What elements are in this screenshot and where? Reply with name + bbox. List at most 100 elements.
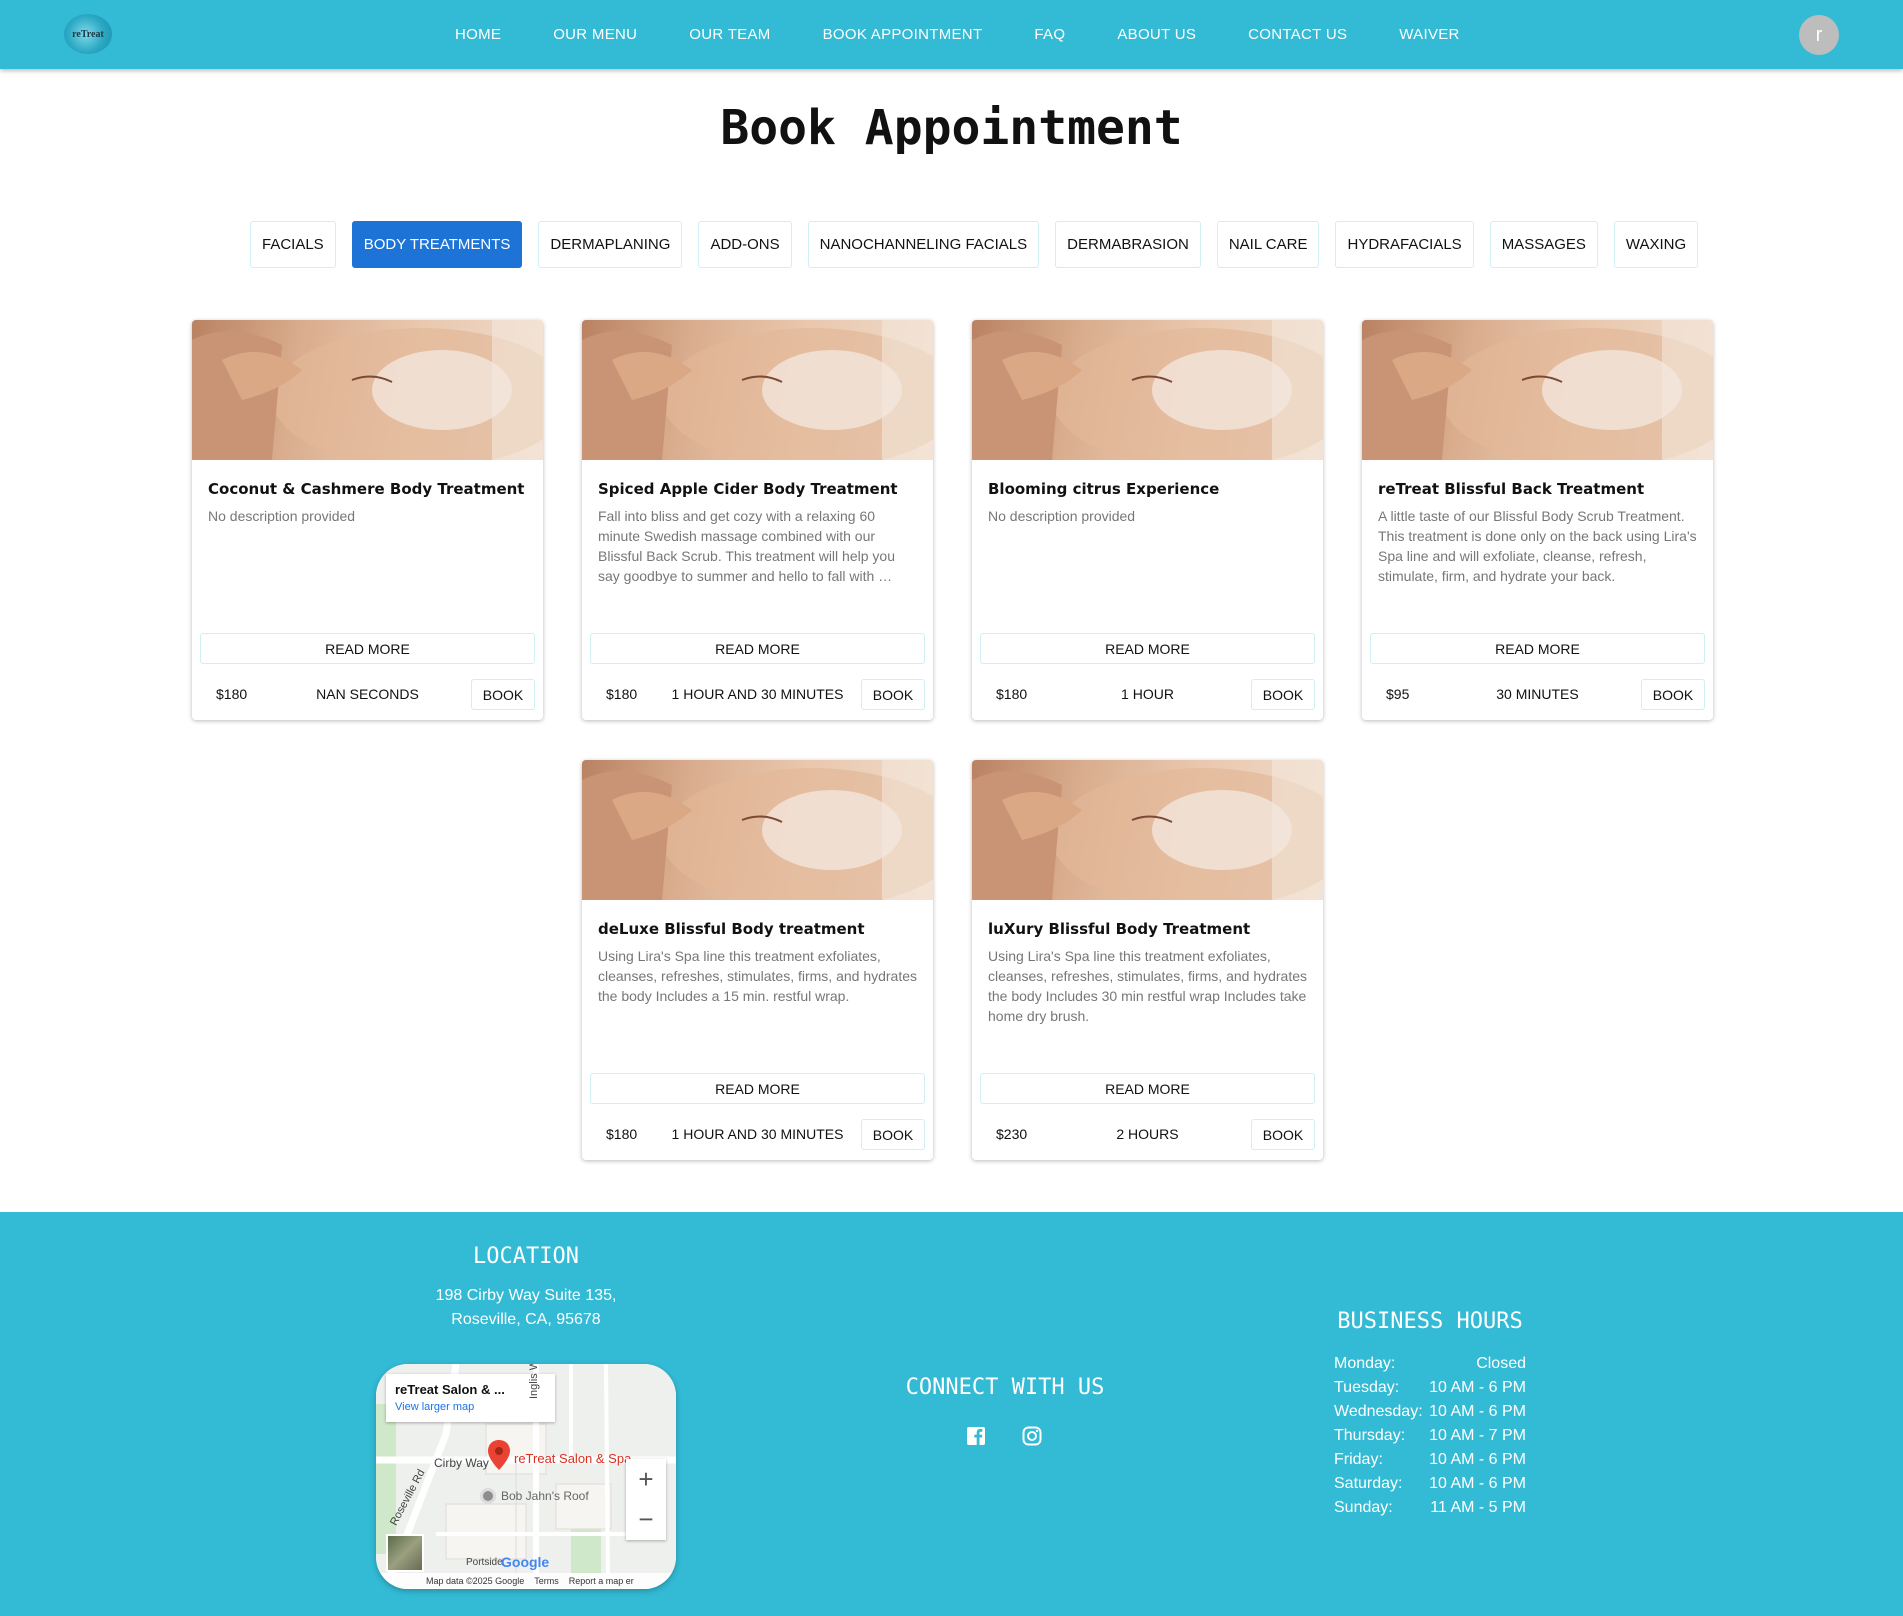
tab-dermabrasion[interactable]: Dermabrasion xyxy=(1055,221,1201,268)
book-button[interactable]: Book xyxy=(1641,679,1705,710)
read-more-button[interactable]: Read More xyxy=(980,1073,1315,1104)
service-price: $180 xyxy=(606,686,638,702)
address-line-1: 198 Cirby Way Suite 135, xyxy=(435,1287,617,1304)
tab-nanochanneling-facials[interactable]: Nanochanneling Facials xyxy=(807,221,1040,268)
nav-link-about-us[interactable]: About Us xyxy=(1117,26,1196,43)
nav-links: Home Our Menu Our Team Book Appointment … xyxy=(455,0,1512,69)
service-card: Spiced Apple Cider Body Treatment Fall i… xyxy=(582,320,933,720)
hours-time: 10 AM - 7 PM xyxy=(1429,1427,1526,1444)
map-street-inglis: Inglis Way xyxy=(528,1364,540,1399)
tab-waxing[interactable]: Waxing xyxy=(1613,221,1699,268)
footer: LOCATION 198 Cirby Way Suite 135, Rosevi… xyxy=(0,1212,1903,1616)
logo-text: reTreat xyxy=(72,28,104,40)
zoom-in-button[interactable]: + xyxy=(626,1459,666,1499)
hours-day: Tuesday: xyxy=(1334,1379,1400,1396)
brand-logo[interactable]: reTreat xyxy=(64,14,112,54)
tab-body-treatments[interactable]: Body Treatments xyxy=(351,221,523,268)
facebook-icon[interactable] xyxy=(964,1424,988,1448)
service-description: No description provided xyxy=(208,508,356,524)
map-zoom-controls: + − xyxy=(626,1459,666,1540)
location-map[interactable]: reTreat Salon & ... View larger map Ingl… xyxy=(376,1364,676,1589)
social-links xyxy=(964,1424,1076,1448)
service-card: reTreat Blissful Back Treatment A little… xyxy=(1362,320,1713,720)
hours-day: Sunday: xyxy=(1334,1499,1393,1516)
service-description: Using Lira's Spa line this treatment exf… xyxy=(598,948,918,1004)
service-card: luXury Blissful Body Treatment Using Lir… xyxy=(972,760,1323,1160)
zoom-out-button[interactable]: − xyxy=(626,1499,666,1539)
book-button[interactable]: Book xyxy=(1251,1119,1315,1150)
hours-row: Wednesday: 10 AM - 6 PM xyxy=(1334,1400,1526,1424)
read-more-button[interactable]: Read More xyxy=(590,1073,925,1104)
top-navbar: reTreat Home Our Menu Our Team Book Appo… xyxy=(0,0,1903,69)
hours-day: Wednesday: xyxy=(1334,1403,1423,1420)
service-price: $180 xyxy=(216,686,248,702)
tab-massages[interactable]: Massages xyxy=(1489,221,1598,268)
read-more-button[interactable]: Read More xyxy=(1370,633,1705,664)
google-logo: Google xyxy=(501,1554,550,1570)
nav-link-our-team[interactable]: Our Team xyxy=(689,26,770,43)
book-button[interactable]: Book xyxy=(1251,679,1315,710)
service-description: No description provided xyxy=(988,508,1136,524)
service-title: Coconut & Cashmere Body Treatment xyxy=(208,480,525,498)
tab-facials[interactable]: Facials xyxy=(250,221,336,268)
book-button[interactable]: Book xyxy=(861,679,925,710)
service-image xyxy=(582,760,933,900)
tab-nail-care[interactable]: Nail Care xyxy=(1216,221,1320,268)
service-image xyxy=(972,760,1323,900)
hours-day: Friday: xyxy=(1334,1451,1383,1468)
read-more-button[interactable]: Read More xyxy=(590,633,925,664)
hours-row: Friday: 10 AM - 6 PM xyxy=(1334,1448,1526,1472)
map-pin-label: reTreat Salon & Spa xyxy=(514,1451,632,1466)
map-satellite-thumbnail[interactable] xyxy=(386,1534,424,1572)
hours-time: 10 AM - 6 PM xyxy=(1429,1403,1526,1420)
map-pin-icon[interactable] xyxy=(488,1440,510,1470)
service-price: $180 xyxy=(996,686,1028,702)
nav-link-faq[interactable]: FAQ xyxy=(1034,26,1065,43)
tab-add-ons[interactable]: Add-ons xyxy=(698,221,792,268)
nav-link-contact-us[interactable]: Contact Us xyxy=(1248,26,1347,43)
service-title: Spiced Apple Cider Body Treatment xyxy=(598,480,898,498)
service-price: $230 xyxy=(996,1126,1028,1142)
hours-time: 10 AM - 6 PM xyxy=(1429,1451,1526,1468)
hours-time: 10 AM - 6 PM xyxy=(1429,1475,1526,1492)
view-larger-map-link[interactable]: View larger map xyxy=(395,1401,555,1413)
connect-heading: CONNECT WITH US xyxy=(905,1375,1105,1400)
service-duration: 2 Hours xyxy=(1116,1126,1179,1142)
nav-link-our-menu[interactable]: Our Menu xyxy=(553,26,637,43)
tab-dermaplaning[interactable]: Dermaplaning xyxy=(538,221,683,268)
hours-day: Monday: xyxy=(1334,1355,1396,1372)
map-poi-bob: Bob Jahn's Roof xyxy=(501,1489,589,1503)
tab-hydrafacials[interactable]: Hydrafacials xyxy=(1335,221,1474,268)
hours-row: Thursday: 10 AM - 7 PM xyxy=(1334,1424,1526,1448)
map-report-link[interactable]: Report a map er xyxy=(569,1576,634,1586)
nav-link-home[interactable]: Home xyxy=(455,26,501,43)
service-title: luXury Blissful Body Treatment xyxy=(988,920,1251,938)
map-poi-portside: Portside xyxy=(466,1557,503,1568)
book-button[interactable]: Book xyxy=(471,679,535,710)
map-street-cirby: Cirby Way xyxy=(434,1456,489,1470)
service-image xyxy=(972,320,1323,460)
service-duration: 1 Hour and 30 Minutes xyxy=(671,1126,844,1142)
hours-heading: BUSINESS HOURS xyxy=(1337,1309,1523,1334)
service-price: $180 xyxy=(606,1126,638,1142)
read-more-button[interactable]: Read More xyxy=(980,633,1315,664)
service-description: Fall into bliss and get cozy with a rela… xyxy=(598,508,895,584)
map-terms-link[interactable]: Terms xyxy=(534,1576,559,1586)
nav-link-waiver[interactable]: Waiver xyxy=(1399,26,1459,43)
service-description: Using Lira's Spa line this treatment exf… xyxy=(988,948,1308,1024)
location-heading: LOCATION xyxy=(473,1244,579,1269)
instagram-icon[interactable] xyxy=(1020,1424,1044,1448)
map-poi-icon xyxy=(480,1488,496,1504)
service-title: deLuxe Blissful Body treatment xyxy=(598,920,865,938)
hours-time: 11 AM - 5 PM xyxy=(1430,1499,1526,1516)
map-attribution: Map data ©2025 Google Terms Report a map… xyxy=(376,1573,676,1589)
service-card: Blooming citrus Experience No descriptio… xyxy=(972,320,1323,720)
service-card: Coconut & Cashmere Body Treatment No des… xyxy=(192,320,543,720)
book-button[interactable]: Book xyxy=(861,1119,925,1150)
hours-time: 10 AM - 6 PM xyxy=(1429,1379,1526,1396)
read-more-button[interactable]: Read More xyxy=(200,633,535,664)
hours-row: Sunday: 11 AM - 5 PM xyxy=(1334,1496,1526,1520)
hours-row: Tuesday: 10 AM - 6 PM xyxy=(1334,1376,1526,1400)
nav-link-book-appointment[interactable]: Book Appointment xyxy=(823,26,983,43)
user-avatar[interactable]: r xyxy=(1799,15,1839,55)
